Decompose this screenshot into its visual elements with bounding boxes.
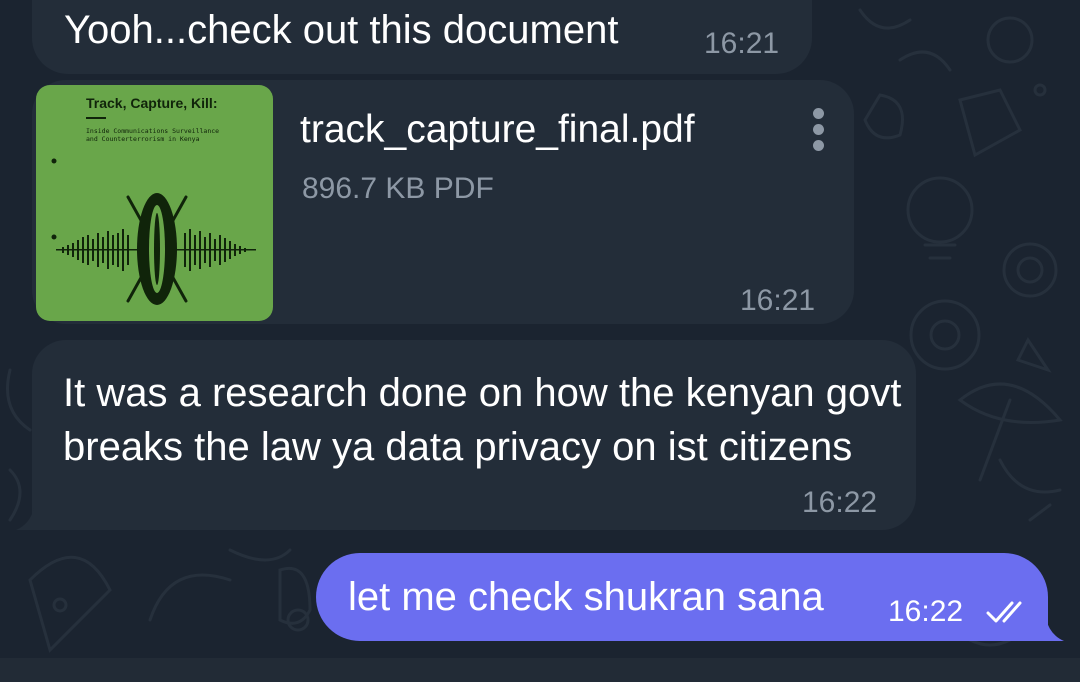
message-time: 16:21 [704,27,780,60]
message-time: 16:22 [802,486,878,519]
message-text: let me check shukran sana [348,575,824,619]
shield-soundwave-illustration [51,158,256,305]
input-bar-edge [0,658,1080,682]
message-text: It was a research done on how the kenyan… [63,371,902,469]
message-time: 16:21 [740,284,816,317]
message-bubble-incoming[interactable]: It was a research done on how the kenyan… [16,340,916,530]
file-size: 896.7 KB PDF [302,172,494,205]
bubble-tail [1046,619,1064,641]
kebab-menu-icon[interactable] [808,108,828,154]
document-thumbnail[interactable]: Track, Capture, Kill: Inside Communicati… [36,85,273,321]
message-bubble-outgoing[interactable]: let me check shukran sana 16:22 [316,553,1064,641]
bubble-tail [16,508,34,530]
double-check-icon [986,601,1022,623]
message-bubble-incoming[interactable]: Yooh...check out this document 16:21 [32,0,812,74]
file-name: track_capture_final.pdf [300,108,695,151]
document-message-bubble[interactable]: Track, Capture, Kill: Inside Communicati… [32,80,854,324]
message-time: 16:22 [888,595,964,628]
message-text: Yooh...check out this document [64,8,619,52]
